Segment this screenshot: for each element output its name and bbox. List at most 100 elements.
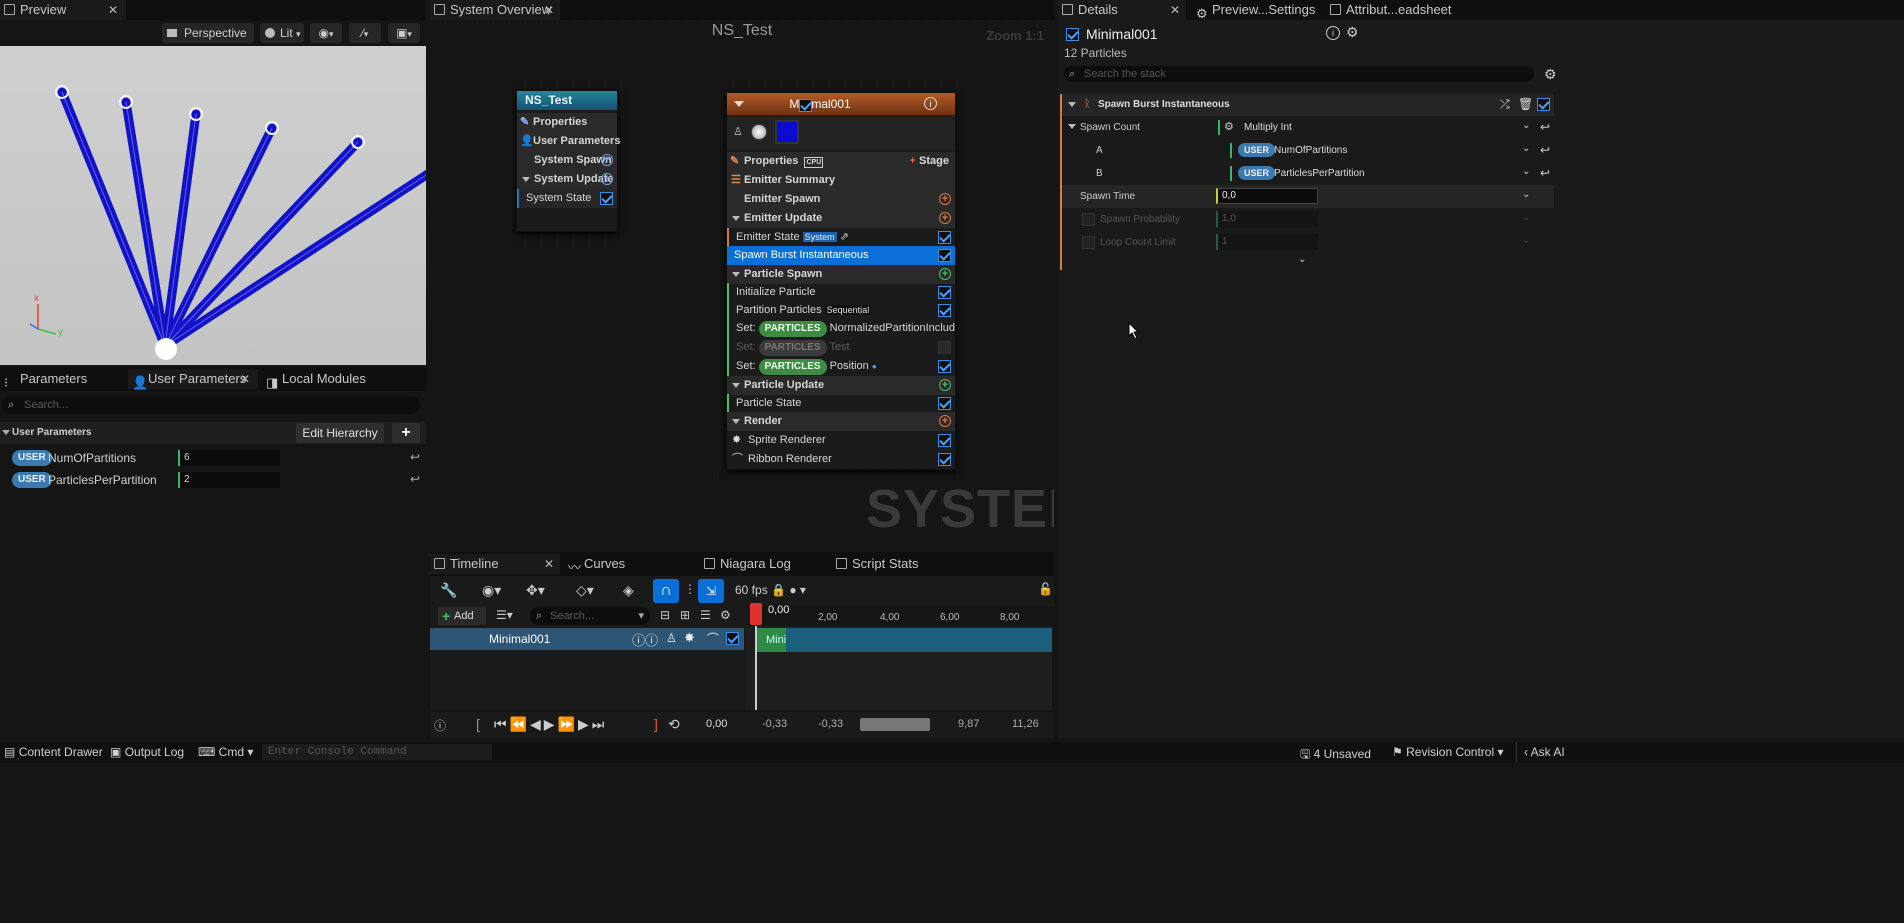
- range-start-marker[interactable]: [: [476, 716, 480, 732]
- ribbon-thumbnail[interactable]: [775, 120, 799, 144]
- chevron-down-icon[interactable]: ⌄: [1522, 189, 1530, 200]
- shuffle-icon[interactable]: ⤮: [1500, 97, 1510, 112]
- set-test-row[interactable]: Set: PARTICLES Test: [727, 338, 955, 357]
- cmd-dropdown[interactable]: ⌨ Cmd ▾: [198, 745, 253, 759]
- system-node[interactable]: NS_Test ✎ Properties 👤 User Parameters Sys…: [516, 90, 620, 232]
- key-icon[interactable]: ✥▾: [526, 582, 545, 599]
- enabled-checkbox[interactable]: [600, 192, 613, 205]
- disabled-checkbox[interactable]: [938, 341, 951, 354]
- tab-preview[interactable]: Preview ✕: [0, 0, 126, 20]
- override-checkbox[interactable]: [1082, 236, 1095, 249]
- enabled-checkbox[interactable]: [938, 453, 951, 466]
- revision-control-button[interactable]: ⚑ Revision Control ▾: [1392, 745, 1504, 759]
- reset-icon[interactable]: ↩: [1540, 120, 1550, 134]
- lock-icon[interactable]: 🔓: [1038, 582, 1053, 596]
- enabled-checkbox[interactable]: [938, 286, 951, 299]
- emitter-node-header[interactable]: Minimal001 i: [727, 93, 955, 115]
- tab-local-modules[interactable]: ◨ Local Modules: [262, 369, 372, 390]
- tab-attribute-spreadsheet[interactable]: Attribut...eadsheet: [1326, 0, 1456, 20]
- param-row-spawn-count[interactable]: Spawn Count ⚙ Multiply Int ⌄ ↩: [1060, 116, 1554, 139]
- gear-icon[interactable]: ⚙: [720, 608, 731, 622]
- emitter-track-bar[interactable]: [756, 628, 1052, 652]
- close-icon[interactable]: ✕: [544, 0, 554, 20]
- viewport-layout-dropdown[interactable]: ▣▾: [388, 23, 420, 43]
- snap-magnet-button[interactable]: ∩: [653, 579, 679, 603]
- param-row-spawn-probability[interactable]: Spawn Probability 1,0 ⌄: [1060, 208, 1554, 231]
- tab-preview-settings[interactable]: ⚙ Preview...Settings: [1192, 0, 1322, 21]
- set-normalized-row[interactable]: Set: PARTICLES NormalizedPartitionInclud…: [727, 319, 955, 338]
- tab-system-overview[interactable]: System Overview ✕: [430, 0, 560, 20]
- add-parameter-button[interactable]: +: [392, 423, 420, 443]
- perspective-dropdown[interactable]: Perspective ▾: [162, 23, 254, 59]
- emitter-node[interactable]: Minimal001 i ♙ ✎ Properties CPU + Stage ☰ E…: [726, 92, 956, 470]
- close-icon[interactable]: ✕: [1170, 0, 1180, 20]
- chevron-down-icon[interactable]: ⌄: [1522, 212, 1530, 223]
- add-module-icon[interactable]: +: [939, 379, 951, 391]
- working-range-start[interactable]: -0,33: [818, 718, 843, 730]
- ribbon-renderer-row[interactable]: ⌒ Ribbon Renderer: [727, 450, 955, 469]
- view-range-end[interactable]: 9,87: [958, 718, 979, 730]
- partition-particles-row[interactable]: Partition Particles Sequential: [727, 301, 955, 320]
- user-parameters-section[interactable]: User Parameters Edit Hierarchy +: [0, 422, 426, 444]
- chevron-down-icon[interactable]: ⌄: [1522, 143, 1530, 154]
- snap-playhead-button[interactable]: ⇲: [698, 579, 724, 603]
- settings-dropdown[interactable]: ⁄▾: [349, 23, 381, 43]
- module-enabled-checkbox[interactable]: [1537, 98, 1550, 111]
- working-range-end[interactable]: 11,26: [1012, 718, 1039, 730]
- collapse-all-icon[interactable]: ⊟: [660, 608, 670, 622]
- info-icon[interactable]: ⓘⓘ: [632, 630, 658, 649]
- add-module-icon[interactable]: +: [601, 154, 613, 166]
- add-stage-button[interactable]: Stage: [919, 155, 949, 167]
- track-enabled-checkbox[interactable]: [726, 632, 739, 645]
- time-ruler[interactable]: 0,00 2,00 4,00 6,00 8,00: [750, 604, 1054, 626]
- graph-canvas[interactable]: NS_Test Zoom 1:1 SYSTEM NS_Test ✎Propert…: [430, 20, 1054, 552]
- range-end-marker[interactable]: ]: [654, 716, 658, 732]
- emitter-track-row[interactable]: Minimal001 ⓘⓘ ♙ ✸ ⌒: [430, 628, 744, 650]
- filter-icon[interactable]: ☰▾: [496, 608, 513, 622]
- chevron-down-icon[interactable]: ⌄: [1522, 235, 1530, 246]
- param-row[interactable]: USER NumOfPartitions 6 ↩: [0, 447, 426, 469]
- expand-all-icon[interactable]: ⊞: [680, 608, 690, 622]
- close-icon[interactable]: ✕: [240, 369, 250, 389]
- ask-ai-button[interactable]: ‹ Ask AI: [1524, 745, 1565, 759]
- enabled-checkbox[interactable]: [938, 304, 951, 317]
- tab-timeline[interactable]: Timeline ✕: [430, 554, 560, 574]
- param-row-b[interactable]: B USER ParticlesPerPartition ⌄ ↩: [1060, 162, 1554, 185]
- sprite-renderer-row[interactable]: ✸ Sprite Renderer: [727, 431, 955, 450]
- add-module-icon[interactable]: +: [939, 268, 951, 280]
- override-checkbox[interactable]: [1082, 213, 1095, 226]
- emitter-summary-row[interactable]: ☰ Emitter Summary: [727, 171, 955, 190]
- particle-state-row[interactable]: Particle State: [727, 394, 955, 413]
- emitter-properties-row[interactable]: ✎ Properties CPU + Stage: [727, 152, 955, 171]
- fps-dropdown[interactable]: 60 fps 🔒 ● ▾: [735, 583, 806, 597]
- tab-niagara-log[interactable]: Niagara Log: [700, 554, 820, 574]
- gear-icon[interactable]: ⚙: [1346, 24, 1359, 41]
- enabled-checkbox[interactable]: [938, 397, 951, 410]
- track-area[interactable]: Mini: [746, 626, 1052, 710]
- playback-controls[interactable]: ⏮⏪◀▶⏩▶⏭: [494, 716, 607, 733]
- emitter-enabled-checkbox[interactable]: [799, 99, 812, 112]
- initialize-particle-row[interactable]: Initialize Particle: [727, 283, 955, 302]
- add-renderer-icon[interactable]: +: [939, 415, 951, 427]
- trash-icon[interactable]: 🗑: [1518, 97, 1533, 111]
- current-time-field[interactable]: 0,00: [706, 718, 727, 730]
- collapse-icon[interactable]: [1068, 102, 1076, 107]
- param-value-input[interactable]: 6: [178, 450, 280, 466]
- output-log-button[interactable]: ▣ Output Log: [110, 745, 184, 759]
- reset-icon[interactable]: ↩: [1540, 143, 1550, 157]
- show-dropdown[interactable]: ◉▾: [310, 23, 342, 43]
- param-row[interactable]: USER ParticlesPerPartition 2 ↩: [0, 469, 426, 491]
- system-state-row[interactable]: System State: [517, 189, 617, 208]
- wrench-icon[interactable]: 🔧: [440, 582, 457, 599]
- unsaved-button[interactable]: 🖫 4 Unsaved: [1300, 745, 1371, 766]
- loop-icon[interactable]: ⟲: [668, 716, 680, 733]
- system-user-parameters-row[interactable]: 👤 User Parameters: [517, 132, 620, 151]
- keyframe-icon[interactable]: ◇▾: [576, 582, 594, 599]
- emitter-update-row[interactable]: Emitter Update +: [727, 209, 955, 228]
- edit-hierarchy-button[interactable]: Edit Hierarchy: [296, 423, 384, 443]
- enabled-checkbox[interactable]: [938, 231, 951, 244]
- list-icon[interactable]: ☰: [700, 608, 711, 622]
- stack-search-input[interactable]: ⌕ Search the stack: [1064, 66, 1534, 82]
- info-icon[interactable]: i: [924, 97, 937, 110]
- tab-curves[interactable]: 〰 Curves: [564, 554, 684, 575]
